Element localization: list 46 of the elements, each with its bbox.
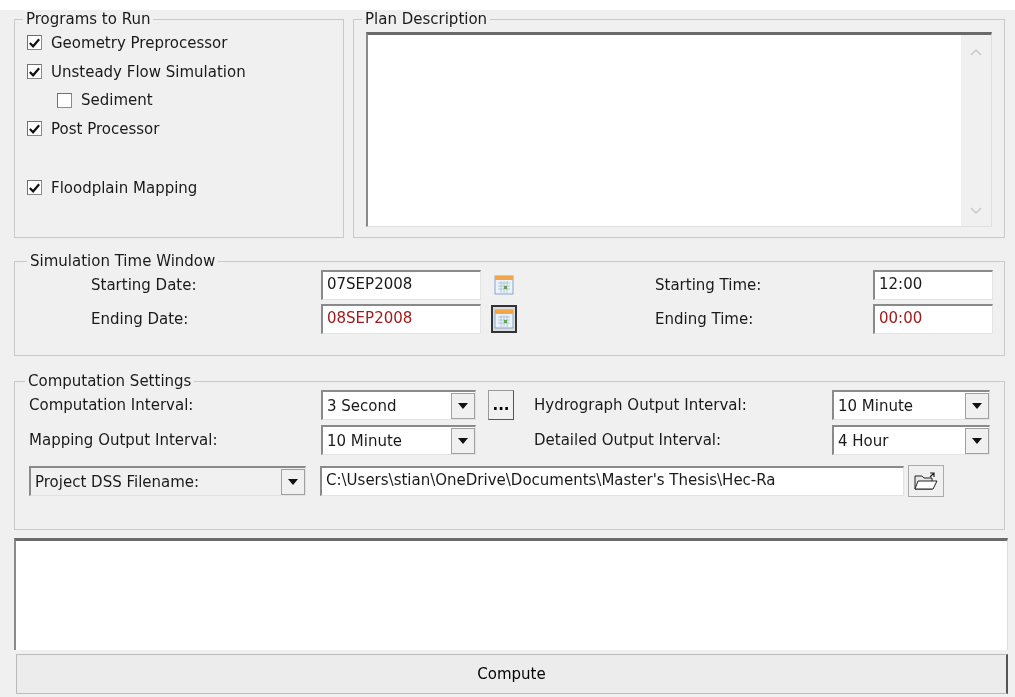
compute-button[interactable]: Compute bbox=[16, 654, 1008, 694]
open-folder-button[interactable] bbox=[908, 465, 944, 497]
program-checkbox[interactable]: Post Processor bbox=[27, 114, 333, 143]
program-checkbox[interactable]: Unsteady Flow Simulation bbox=[27, 57, 333, 86]
interval-label: Hydrograph Output Interval: bbox=[534, 396, 748, 414]
more-button[interactable]: ... bbox=[488, 390, 514, 420]
interval-dropdown[interactable]: 3 Second bbox=[321, 390, 476, 420]
dropdown-arrow-icon bbox=[972, 437, 982, 444]
calendar-button[interactable] bbox=[491, 305, 517, 333]
group-title: Programs to Run bbox=[25, 10, 152, 28]
group-title: Plan Description bbox=[364, 10, 489, 28]
calendar-icon bbox=[494, 309, 514, 329]
dropdown-arrow-icon bbox=[288, 478, 298, 485]
time-label: Starting Time: bbox=[655, 276, 763, 294]
program-checkbox[interactable]: Geometry Preprocessor bbox=[27, 28, 333, 57]
dss-filename-dropdown[interactable]: Project DSS Filename: bbox=[29, 466, 306, 496]
interval-label: Computation Interval: bbox=[29, 396, 195, 414]
time-field[interactable]: 12:00 bbox=[873, 270, 993, 300]
interval-dropdown[interactable]: 4 Hour bbox=[832, 425, 990, 455]
interval-dropdown[interactable]: 10 Minute bbox=[832, 390, 990, 420]
folder-icon bbox=[914, 471, 938, 491]
output-log-field[interactable] bbox=[14, 538, 1008, 650]
dropdown-arrow-icon bbox=[458, 437, 468, 444]
calendar-icon bbox=[494, 275, 514, 295]
checkbox-icon[interactable] bbox=[27, 35, 42, 50]
dss-path-field[interactable]: C:\Users\stian\OneDrive\Documents\Master's Thesis\Hec-Ra bbox=[320, 466, 904, 496]
dropdown-arrow-icon bbox=[458, 402, 468, 409]
time-label: Ending Time: bbox=[655, 310, 755, 328]
checkbox-icon[interactable] bbox=[57, 92, 72, 108]
date-field[interactable]: 07SEP2008 bbox=[321, 270, 481, 300]
date-label: Starting Date: bbox=[91, 276, 198, 294]
interval-label: Mapping Output Interval: bbox=[29, 431, 219, 449]
date-field[interactable]: 08SEP2008 bbox=[321, 304, 481, 334]
dropdown-arrow-icon bbox=[972, 402, 982, 409]
interval-dropdown[interactable]: 10 Minute bbox=[321, 425, 476, 455]
time-field[interactable]: 00:00 bbox=[873, 304, 993, 334]
plan-description-field[interactable] bbox=[366, 32, 992, 227]
checkbox-icon[interactable] bbox=[27, 121, 42, 136]
checkbox-icon[interactable] bbox=[27, 64, 42, 79]
interval-label: Detailed Output Interval: bbox=[534, 431, 723, 449]
date-label: Ending Date: bbox=[91, 310, 190, 328]
checkbox-icon[interactable] bbox=[27, 180, 42, 195]
program-checkbox[interactable]: Sediment bbox=[57, 86, 333, 114]
program-checkbox[interactable]: Floodplain Mapping bbox=[27, 173, 333, 202]
group-title: Computation Settings bbox=[27, 372, 193, 390]
group-title: Simulation Time Window bbox=[29, 252, 217, 270]
